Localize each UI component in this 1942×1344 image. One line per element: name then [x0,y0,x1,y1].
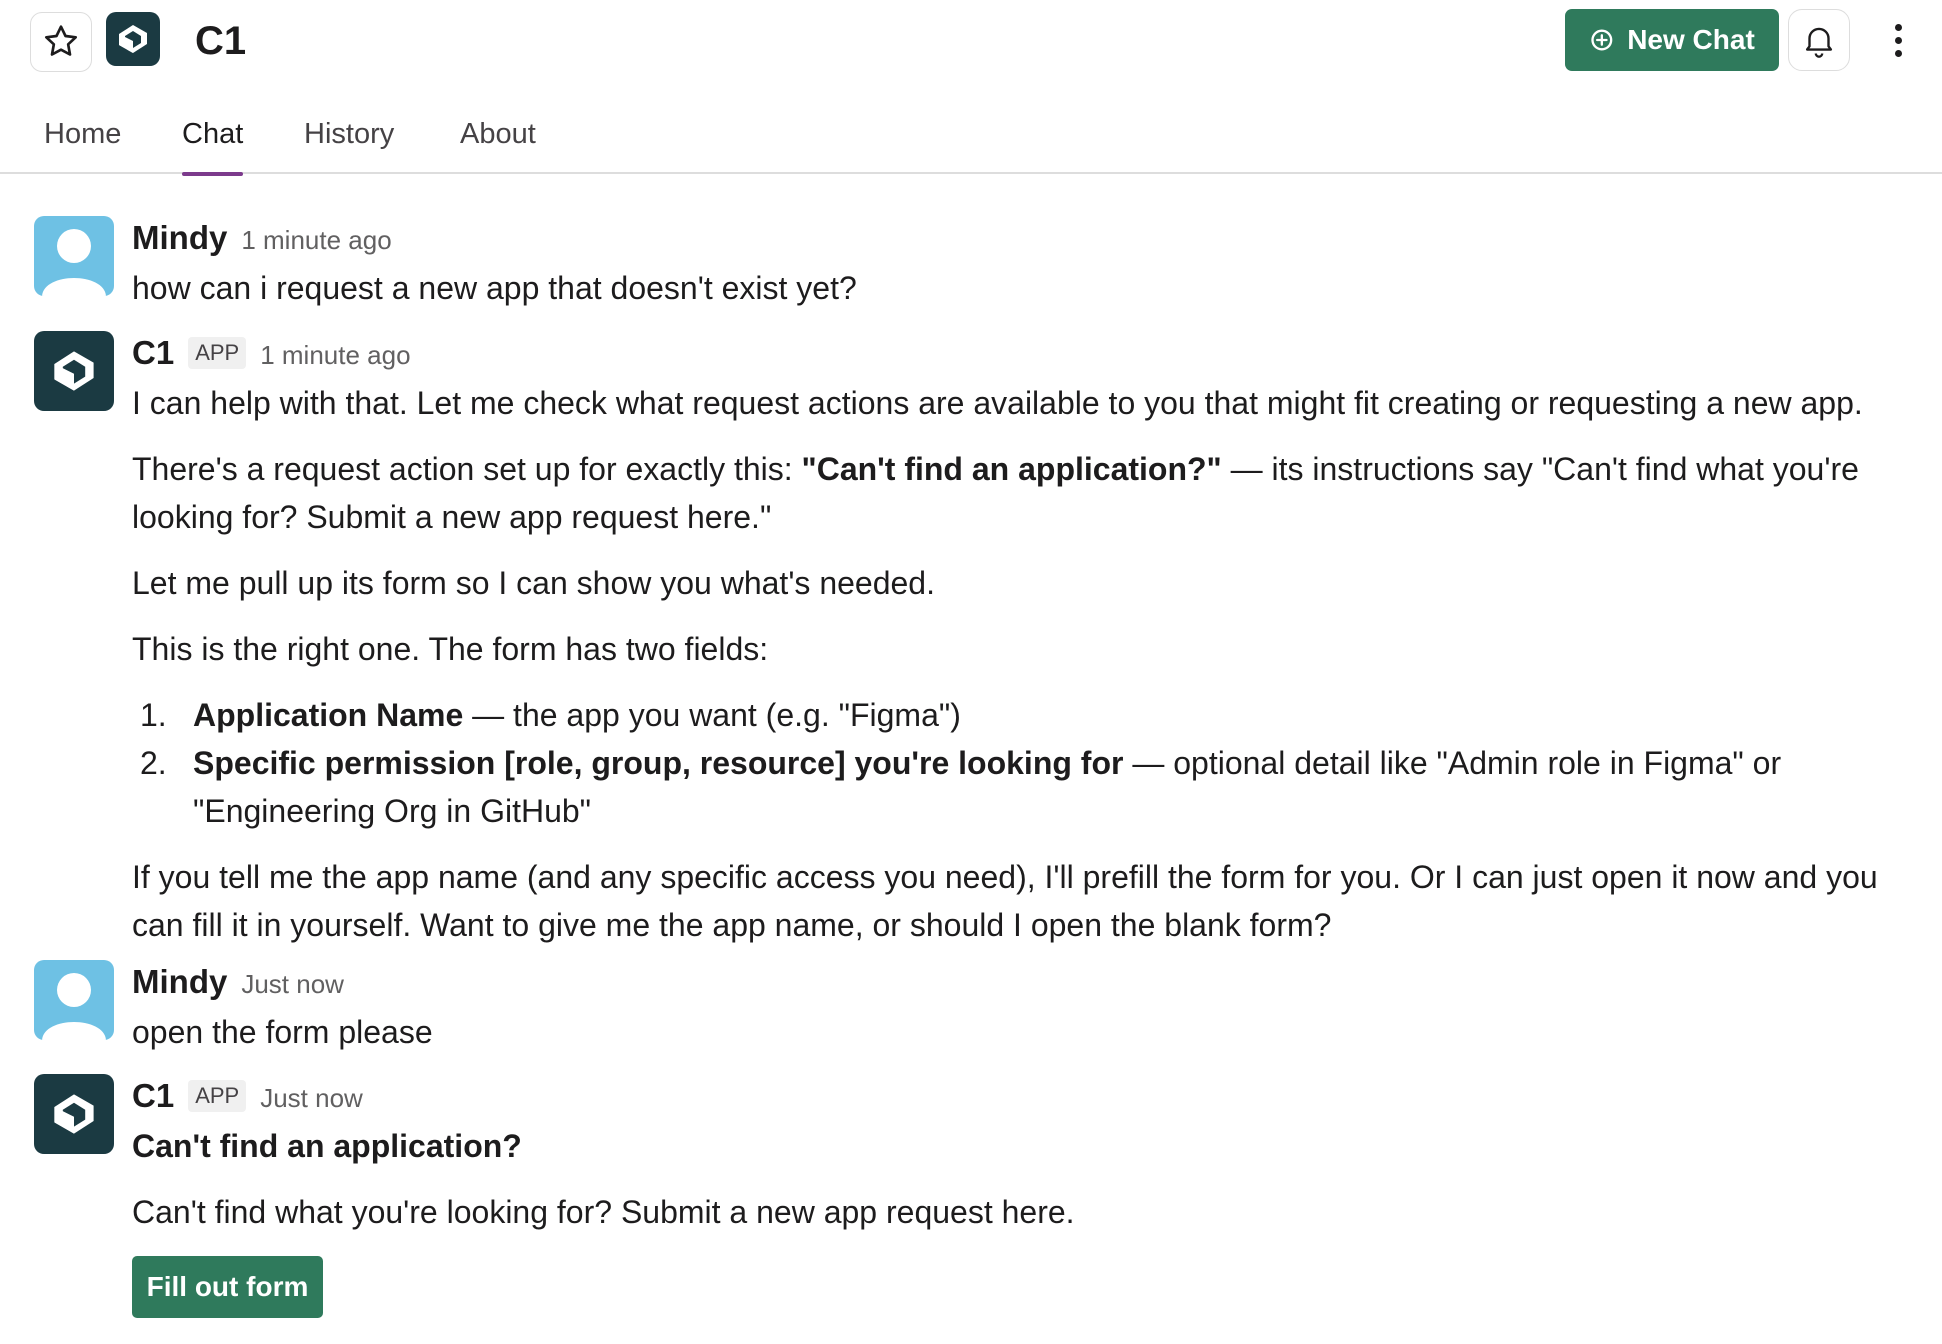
message-paragraph: I can help with that. Let me check what … [132,385,1863,421]
field-list: 1. Application Name — the app you want (… [132,691,1932,835]
message-author: Mindy [132,963,228,1000]
new-chat-label: New Chat [1627,24,1755,55]
c1-avatar-icon [34,1074,114,1154]
list-item: 2. Specific permission [role, group, res… [132,739,1932,835]
fill-out-form-button[interactable]: Fill out form [132,1256,323,1318]
message-text: how can i request a new app that doesn't… [132,270,857,306]
message-timestamp: Just now [260,1083,363,1113]
star-icon [45,25,77,56]
app-badge: APP [188,337,247,369]
app-header: C1 New Chat [0,0,1942,82]
message-timestamp: Just now [241,969,344,999]
tab-history[interactable]: History [304,108,394,174]
form-description: Can't find what you're looking for? Subm… [132,1194,1075,1230]
field-description: — the app you want (e.g. "Figma") [463,697,961,733]
action-name: "Can't find an application?" [801,451,1222,487]
tab-home[interactable]: Home [44,108,121,174]
bell-icon [1805,27,1833,58]
list-item: 1. Application Name — the app you want (… [132,691,1932,739]
message-paragraph: If you tell me the app name (and any spe… [132,859,1878,943]
message-author: Mindy [132,219,228,256]
message-author: C1 [132,1077,175,1114]
new-chat-button[interactable]: New Chat [1565,9,1779,71]
c1-avatar-icon [34,331,114,411]
message-author: C1 [132,334,175,371]
user-avatar-icon [34,960,114,1040]
message-paragraph: There's a request action set up for exac… [132,445,1932,541]
message-timestamp: 1 minute ago [260,340,411,370]
message-timestamp: 1 minute ago [241,225,392,255]
list-number: 2. [140,745,167,781]
new-chat-plus-icon [1591,29,1613,51]
more-vertical-icon[interactable] [1880,14,1916,66]
field-name: Specific permission [role, group, resour… [193,745,1124,781]
user-avatar-icon [34,216,114,296]
tab-bar: Home Chat History About [0,108,1942,176]
paragraph-text: There's a request action set up for exac… [132,451,802,487]
field-name: Application Name [193,697,464,733]
tab-chat[interactable]: Chat [182,108,244,176]
form-title: Can't find an application? [132,1128,522,1164]
list-number: 1. [140,697,167,733]
c1-logo-icon [106,12,160,66]
c1-app-window: C1 New Chat Home Chat History About Mind… [0,0,1942,1344]
notifications-button[interactable] [1788,9,1850,71]
app-title: C1 [195,19,247,63]
tab-about[interactable]: About [460,108,536,174]
message-paragraph: Let me pull up its form so I can show yo… [132,565,935,601]
favorite-star-button[interactable] [30,12,92,72]
message-paragraph: This is the right one. The form has two … [132,631,769,667]
message-text: open the form please [132,1014,433,1050]
app-badge: APP [188,1080,247,1112]
